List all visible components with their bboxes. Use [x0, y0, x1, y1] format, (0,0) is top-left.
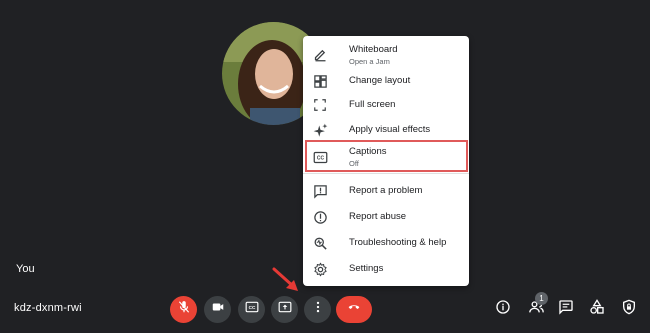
menu-item-whiteboard[interactable]: Whiteboard Open a Jam — [303, 42, 469, 70]
participant-name: You — [16, 263, 35, 275]
more-options-button[interactable] — [304, 296, 331, 323]
shapes-icon — [589, 298, 605, 320]
menu-item-label: Report abuse — [349, 211, 407, 222]
whiteboard-icon — [312, 46, 328, 62]
feedback-icon — [312, 183, 328, 199]
menu-item-report-abuse[interactable]: Report abuse — [303, 206, 469, 228]
meeting-details-button[interactable] — [491, 297, 515, 321]
captions-icon: CC — [245, 300, 259, 319]
mic-toggle-button[interactable] — [170, 296, 197, 323]
menu-item-visual-effects[interactable]: Apply visual effects — [303, 119, 469, 141]
leave-call-button[interactable] — [336, 296, 372, 323]
camera-icon — [211, 300, 225, 319]
present-icon — [278, 300, 292, 319]
gear-icon — [312, 261, 328, 277]
people-count-badge: 1 — [535, 292, 548, 305]
menu-item-sublabel: Open a Jam — [349, 57, 390, 66]
host-controls-button[interactable] — [617, 297, 641, 321]
menu-divider — [303, 173, 469, 174]
menu-item-troubleshooting[interactable]: Troubleshooting & help — [303, 232, 469, 254]
menu-item-settings[interactable]: Settings — [303, 258, 469, 280]
captions-highlight-box — [305, 140, 468, 172]
menu-item-label: Apply visual effects — [349, 124, 431, 135]
hang-up-icon — [345, 300, 363, 319]
menu-item-label: Whiteboard — [349, 44, 398, 55]
chat-button[interactable] — [554, 297, 578, 321]
menu-item-label: Troubleshooting & help — [349, 237, 447, 248]
sparkle-icon — [312, 122, 328, 138]
svg-text:CC: CC — [248, 305, 255, 310]
troubleshoot-icon — [312, 235, 328, 251]
menu-item-label: Change layout — [349, 75, 411, 86]
info-icon — [495, 299, 511, 320]
activities-button[interactable] — [585, 297, 609, 321]
shield-lock-icon — [621, 299, 637, 320]
menu-item-report-problem[interactable]: Report a problem — [303, 180, 469, 202]
menu-item-label: Settings — [349, 263, 384, 274]
layout-icon — [312, 73, 328, 89]
chat-icon — [558, 299, 574, 320]
more-vert-icon — [311, 300, 325, 319]
menu-item-label: Report a problem — [349, 185, 423, 196]
pointer-arrow — [270, 266, 304, 301]
camera-toggle-button[interactable] — [204, 296, 231, 323]
meeting-code: kdz-dxnm-rwi — [14, 302, 82, 314]
menu-item-change-layout[interactable]: Change layout — [303, 70, 469, 92]
captions-button[interactable]: CC — [238, 296, 265, 323]
report-icon — [312, 209, 328, 225]
menu-item-label: Full screen — [349, 99, 396, 110]
fullscreen-icon — [312, 97, 328, 113]
mic-off-icon — [177, 300, 191, 319]
menu-item-full-screen[interactable]: Full screen — [303, 94, 469, 116]
